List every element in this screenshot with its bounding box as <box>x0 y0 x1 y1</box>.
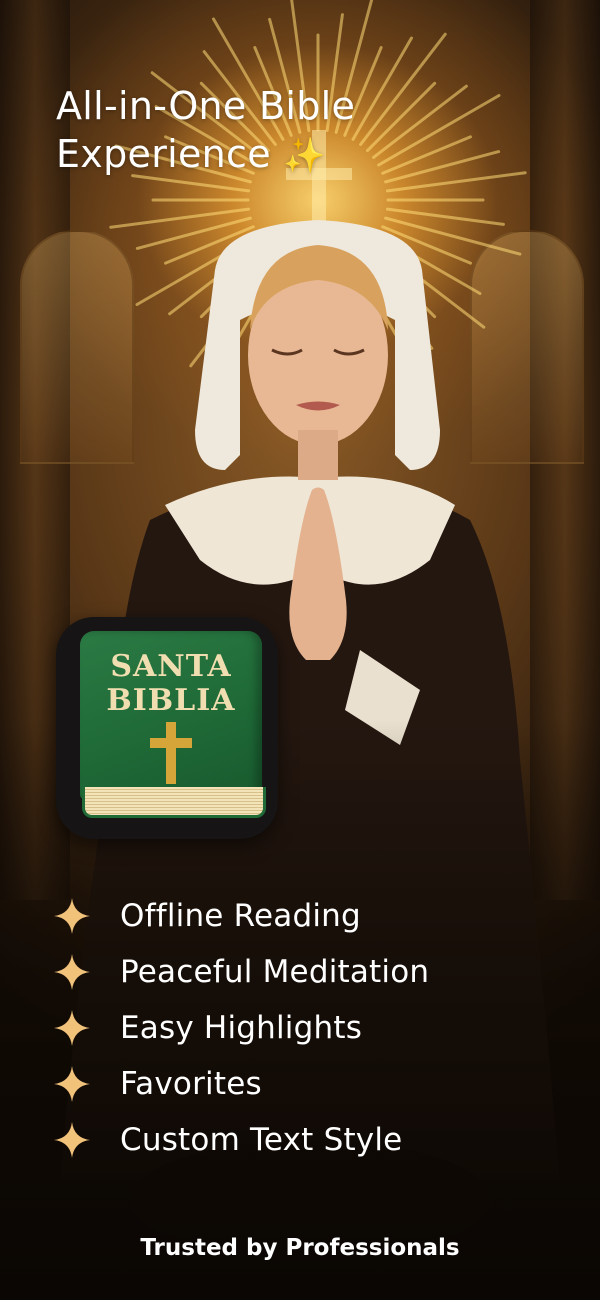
feature-item: Custom Text Style <box>52 1112 429 1168</box>
feature-item: Favorites <box>52 1056 429 1112</box>
four-point-star-icon <box>54 954 90 990</box>
book-cover: SANTA BIBLIA <box>80 631 262 799</box>
feature-item: Offline Reading <box>52 888 429 944</box>
feature-label: Peaceful Meditation <box>120 954 430 990</box>
feature-label: Easy Highlights <box>120 1010 363 1046</box>
feature-label: Favorites <box>120 1066 262 1102</box>
headline-line-2-text: Experience <box>56 132 271 176</box>
book-title-line-2: BIBLIA <box>106 683 236 718</box>
headline-line-2: Experience ✨ <box>56 130 496 180</box>
feature-list: Offline Reading Peaceful Meditation Easy… <box>52 888 429 1168</box>
four-point-star-icon <box>54 1010 90 1046</box>
feature-item: Easy Highlights <box>52 1000 429 1056</box>
cross-icon <box>150 722 192 784</box>
feature-item: Peaceful Meditation <box>52 944 429 1000</box>
santa-biblia-app-icon: SANTA BIBLIA <box>56 617 278 839</box>
sparkle-icon: ✨ <box>283 136 326 176</box>
feature-label: Custom Text Style <box>120 1122 403 1158</box>
book-title-line-1: SANTA <box>110 649 232 684</box>
headline: All-in-One Bible Experience ✨ <box>56 82 496 180</box>
headline-line-1: All-in-One Bible <box>56 84 356 128</box>
four-point-star-icon <box>54 1066 90 1102</box>
onboarding-screen: All-in-One Bible Experience ✨ SANTA BIBL… <box>0 0 600 1300</box>
neck <box>298 430 338 480</box>
four-point-star-icon <box>54 1122 90 1158</box>
feature-label: Offline Reading <box>120 898 361 934</box>
trusted-by-footer: Trusted by Professionals <box>140 1235 460 1261</box>
four-point-star-icon <box>54 898 90 934</box>
book-pages <box>82 787 266 818</box>
